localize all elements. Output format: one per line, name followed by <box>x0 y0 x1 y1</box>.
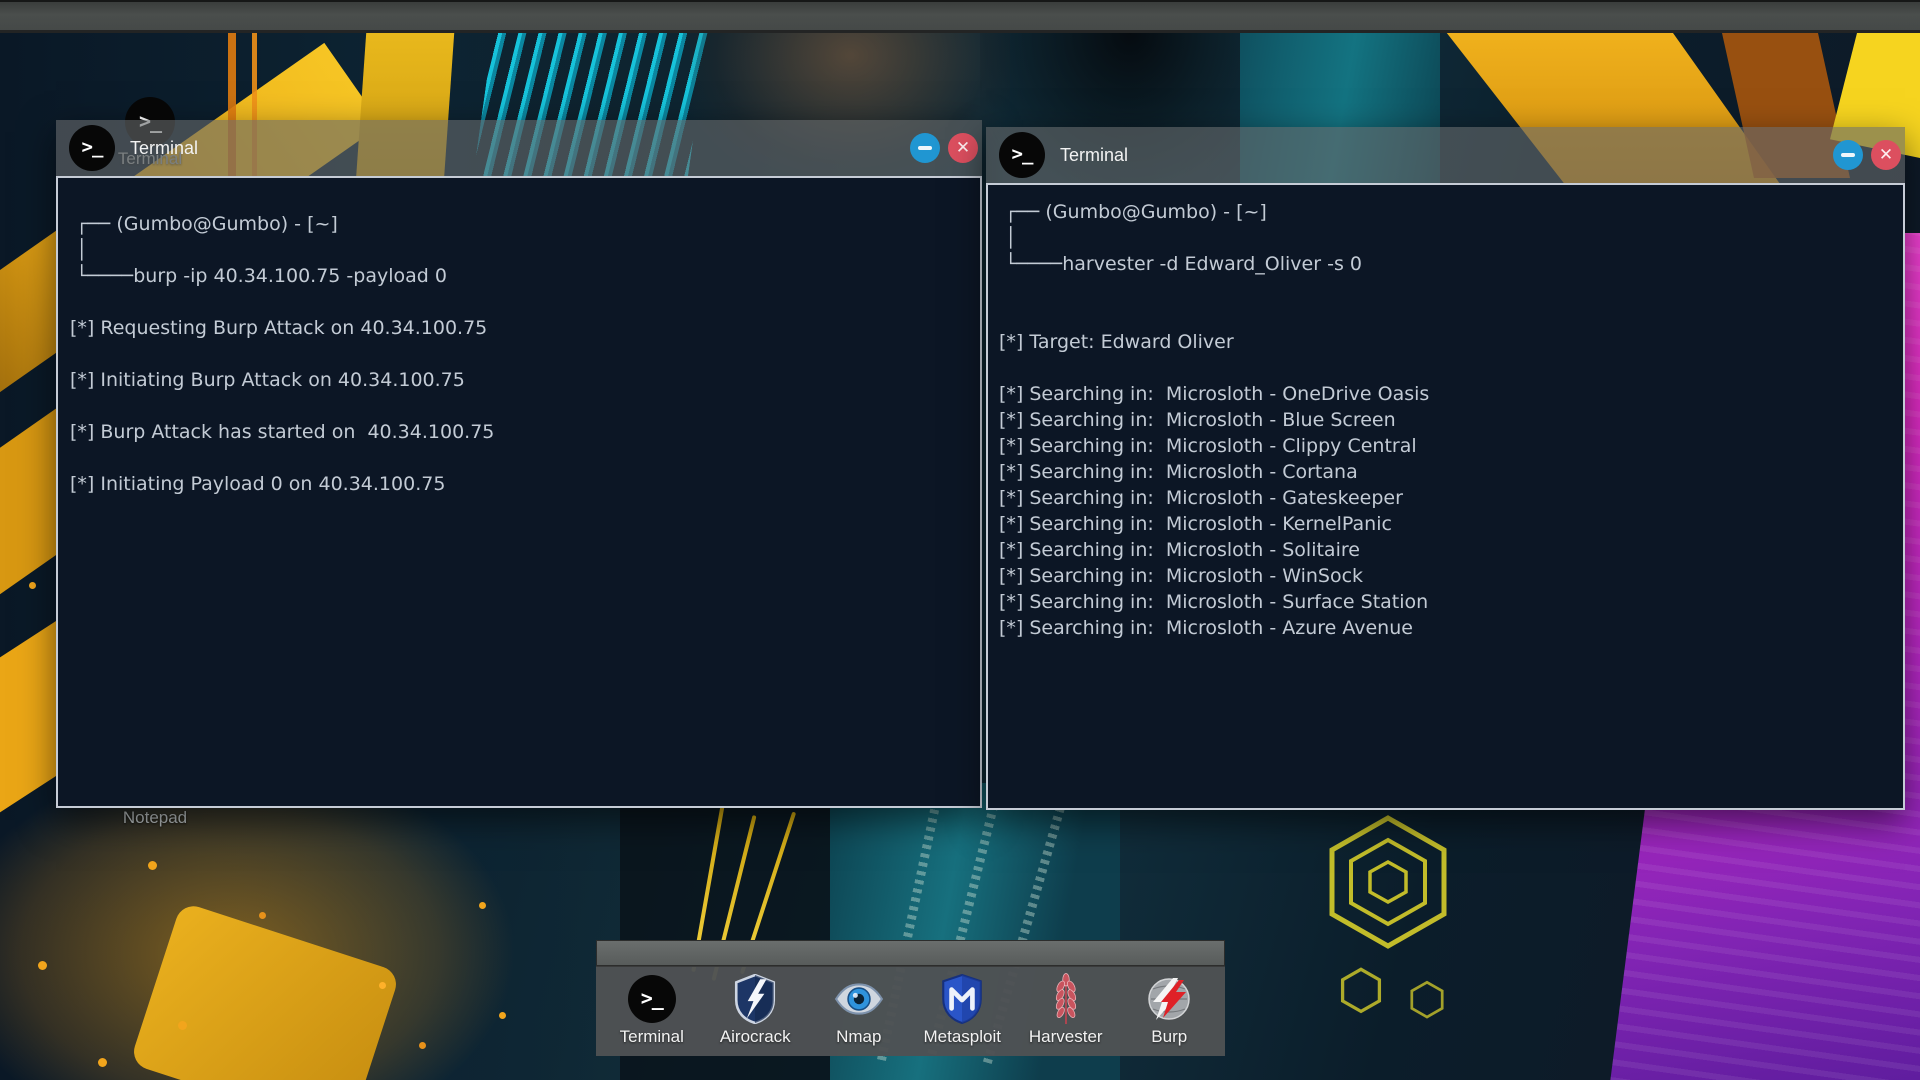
terminal-icon: >_ <box>628 975 676 1023</box>
top-panel <box>0 0 1920 33</box>
dock-item-label: Nmap <box>836 1027 881 1047</box>
window-title: Terminal <box>1060 127 1128 183</box>
minimize-button[interactable] <box>1833 140 1863 170</box>
dock-item-metasploit[interactable]: Metasploit <box>911 973 1015 1056</box>
desktop-screen: >_ Terminal Notepad >_ Terminal ✕ ┌── (G… <box>0 0 1920 1080</box>
dock-item-burp[interactable]: Burp <box>1118 973 1222 1056</box>
metasploit-shield-icon <box>941 974 983 1024</box>
dock-item-airocrack[interactable]: Airocrack <box>704 973 808 1056</box>
dock-item-harvester[interactable]: Harvester <box>1014 973 1118 1056</box>
close-button[interactable]: ✕ <box>948 133 978 163</box>
terminal-window-harvester: >_ Terminal ✕ ┌── (Gumbo@Gumbo) - [~] │ … <box>986 127 1905 810</box>
dock-item-label: Airocrack <box>720 1027 791 1047</box>
dock-item-nmap[interactable]: Nmap <box>807 973 911 1056</box>
desktop-icon-label: Notepad <box>123 808 187 828</box>
close-button[interactable]: ✕ <box>1871 140 1901 170</box>
dock-item-label: Harvester <box>1029 1027 1103 1047</box>
wallpaper-particles <box>0 33 5 38</box>
hexagon-emblem-small <box>1338 967 1384 1017</box>
terminal-output[interactable]: ┌── (Gumbo@Gumbo) - [~] │ └────harvester… <box>986 183 1905 810</box>
terminal-window-burp: >_ Terminal ✕ ┌── (Gumbo@Gumbo) - [~] │ … <box>56 120 982 808</box>
burp-bolt-icon <box>1145 975 1193 1023</box>
hexagon-emblem-small <box>1408 980 1446 1022</box>
minimize-button[interactable] <box>910 133 940 163</box>
nmap-eye-icon <box>834 982 884 1016</box>
dock-top-strip <box>596 940 1225 966</box>
hexagon-emblem <box>1318 812 1458 962</box>
dock-item-label: Metasploit <box>924 1027 1001 1047</box>
window-title: Terminal <box>130 120 198 176</box>
dock-item-label: Terminal <box>620 1027 684 1047</box>
harvester-wheat-icon <box>1051 973 1081 1025</box>
dock-item-terminal[interactable]: >_ Terminal <box>600 973 704 1056</box>
window-titlebar[interactable]: >_ Terminal ✕ <box>56 120 982 176</box>
desktop-icon-notepad[interactable]: Notepad <box>100 806 210 828</box>
terminal-output[interactable]: ┌── (Gumbo@Gumbo) - [~] │ └────burp -ip … <box>56 176 982 808</box>
window-titlebar[interactable]: >_ Terminal ✕ <box>986 127 1905 183</box>
terminal-icon: >_ <box>999 132 1045 178</box>
airocrack-shield-icon <box>734 974 776 1024</box>
dock: >_ Terminal Airocrack <box>596 966 1225 1056</box>
terminal-icon: >_ <box>69 125 115 171</box>
dock-item-label: Burp <box>1151 1027 1187 1047</box>
